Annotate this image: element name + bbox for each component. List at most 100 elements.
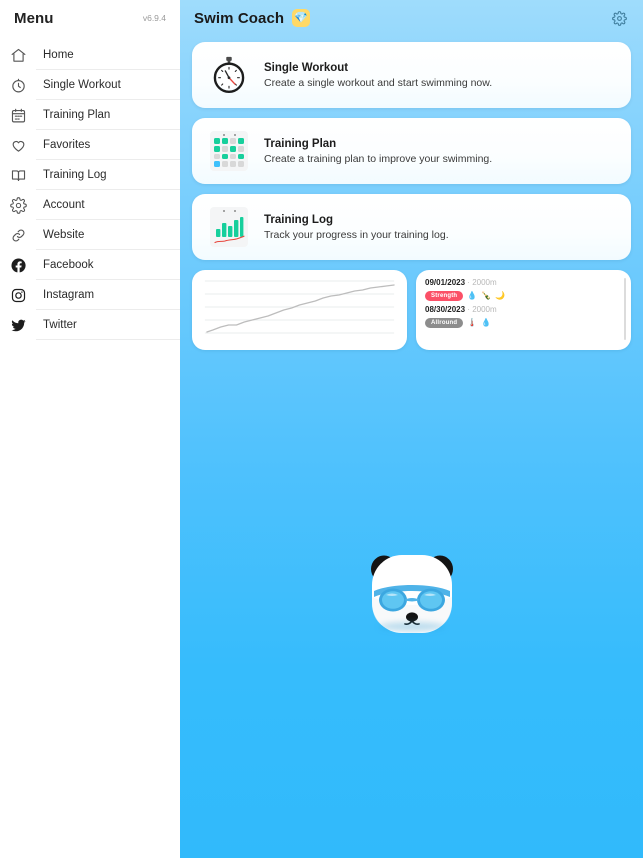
twitter-icon <box>10 317 36 334</box>
card-training-plan[interactable]: Training Plan Create a training plan to … <box>192 118 631 184</box>
sidebar-item-label: Instagram <box>36 280 180 310</box>
widgets-row: 09/01/2023 · 2000m Strength 💧 🍾 🌙 08/30/… <box>180 270 643 350</box>
instagram-icon <box>10 287 36 304</box>
sidebar-item-website[interactable]: Website <box>0 220 180 250</box>
log-scrollbar[interactable] <box>624 278 626 340</box>
calendar-grid-icon <box>208 130 250 172</box>
sidebar-header: Menu v6.9.4 <box>0 0 180 36</box>
log-entry[interactable]: 09/01/2023 · 2000m Strength 💧 🍾 🌙 <box>425 277 623 301</box>
sidebar-item-single-workout[interactable]: Single Workout <box>0 70 180 100</box>
sidebar-item-twitter[interactable]: Twitter <box>0 310 180 340</box>
card-text: Training Log Track your progress in your… <box>264 214 449 241</box>
grid-cell <box>230 161 236 167</box>
progress-chart-widget[interactable] <box>192 270 408 350</box>
card-text: Single Workout Create a single workout a… <box>264 62 492 89</box>
card-subtitle: Create a training plan to improve your s… <box>264 152 493 165</box>
log-entry-date: 09/01/2023 <box>425 278 466 287</box>
calendar-ring-left <box>222 134 225 136</box>
log-entry-distance: 2000m <box>472 305 497 314</box>
grid-cell <box>222 161 228 167</box>
sidebar-item-label: Training Log <box>36 160 180 190</box>
calendar-ring-left <box>222 210 225 212</box>
grid-cell <box>230 138 236 144</box>
sidebar-item-label: Single Workout <box>36 70 180 100</box>
action-cards: Single Workout Create a single workout a… <box>180 36 643 260</box>
sidebar-item-favorites[interactable]: Favorites <box>0 130 180 160</box>
card-training-log[interactable]: Training Log Track your progress in your… <box>192 194 631 260</box>
card-subtitle: Create a single workout and start swimmi… <box>264 76 493 89</box>
main-header: Swim Coach 💎 <box>180 0 643 36</box>
log-entry-summary: 08/30/2023 · 2000m <box>425 304 623 316</box>
sidebar-item-label: Training Plan <box>36 100 180 130</box>
sidebar-item-home[interactable]: Home <box>0 40 180 70</box>
log-entry-separator: · <box>467 278 470 287</box>
log-entry-separator: · <box>467 305 470 314</box>
chart-tile <box>210 207 248 247</box>
grid-cell <box>222 153 228 160</box>
grid-cell <box>222 138 228 144</box>
status-badge: Allround <box>425 318 464 328</box>
mascot-area <box>180 545 643 645</box>
calendar-icon <box>10 107 36 124</box>
sidebar-item-label: Favorites <box>36 130 180 160</box>
grid-cell <box>214 145 220 152</box>
app-root: Menu v6.9.4 Home Single Workout Training… <box>0 0 643 858</box>
facebook-icon <box>10 257 36 274</box>
water-drop-icon: 💧 <box>467 291 478 300</box>
grid-cell <box>214 138 220 144</box>
grid-cell <box>214 161 220 167</box>
sidebar-item-label: Home <box>36 40 180 70</box>
bar-chart-glyph <box>214 217 245 244</box>
link-icon <box>10 227 36 244</box>
moon-icon: 🌙 <box>495 291 506 300</box>
card-title: Training Log <box>264 213 333 226</box>
grid-cell <box>238 153 244 160</box>
heart-icon <box>10 137 36 154</box>
grid-cell <box>214 153 220 160</box>
card-single-workout[interactable]: Single Workout Create a single workout a… <box>192 42 631 108</box>
sidebar-item-training-plan[interactable]: Training Plan <box>0 100 180 130</box>
sidebar-item-account[interactable]: Account <box>0 190 180 220</box>
sidebar-item-label: Website <box>36 220 180 250</box>
grid-cell <box>222 145 228 152</box>
line-chart-svg <box>204 280 395 334</box>
page-title: Swim Coach <box>194 9 285 27</box>
sidebar-item-training-log[interactable]: Training Log <box>0 160 180 190</box>
sidebar-item-instagram[interactable]: Instagram <box>0 280 180 310</box>
gem-icon: 💎 <box>292 9 311 27</box>
grid-cell <box>238 161 244 167</box>
log-entry-meta: Strength 💧 🍾 🌙 <box>425 291 623 301</box>
mascot-shadow <box>378 622 445 631</box>
sidebar-item-facebook[interactable]: Facebook <box>0 250 180 280</box>
grid-cell <box>230 145 236 152</box>
sidebar-nav: Home Single Workout Training Plan Favori… <box>0 40 180 340</box>
sidebar-item-label: Twitter <box>36 310 180 340</box>
bar-chart-icon <box>208 206 250 248</box>
calendar-rings <box>210 134 248 136</box>
sidebar: Menu v6.9.4 Home Single Workout Training… <box>0 0 180 858</box>
chart-series-line <box>206 284 395 333</box>
settings-gear-icon[interactable] <box>609 8 629 28</box>
card-title: Training Plan <box>264 137 337 150</box>
log-entry-summary: 09/01/2023 · 2000m <box>425 277 623 289</box>
home-icon <box>10 47 36 64</box>
log-entry[interactable]: 08/30/2023 · 2000m Allround 🌡️ 💧 <box>425 304 623 328</box>
grid-cell <box>230 153 236 160</box>
card-title: Single Workout <box>264 61 349 74</box>
training-log-widget[interactable]: 09/01/2023 · 2000m Strength 💧 🍾 🌙 08/30/… <box>416 270 631 350</box>
log-entry-date: 08/30/2023 <box>425 305 466 314</box>
calendar-ring-right <box>233 210 236 212</box>
log-entry-meta: Allround 🌡️ 💧 <box>425 318 623 328</box>
grid-cell <box>238 145 244 152</box>
status-badge: Strength <box>425 291 464 301</box>
gear-icon <box>10 196 36 214</box>
stopwatch-icon <box>208 54 250 96</box>
calendar-rings <box>210 210 248 212</box>
grid-cell <box>238 138 244 144</box>
sidebar-item-label: Facebook <box>36 250 180 280</box>
main-content: Swim Coach 💎 Single Workout Create a sin… <box>180 0 643 858</box>
grid-cells <box>210 131 248 171</box>
book-icon <box>10 167 36 184</box>
calendar-ring-right <box>233 134 236 136</box>
stopwatch-icon <box>10 77 36 94</box>
